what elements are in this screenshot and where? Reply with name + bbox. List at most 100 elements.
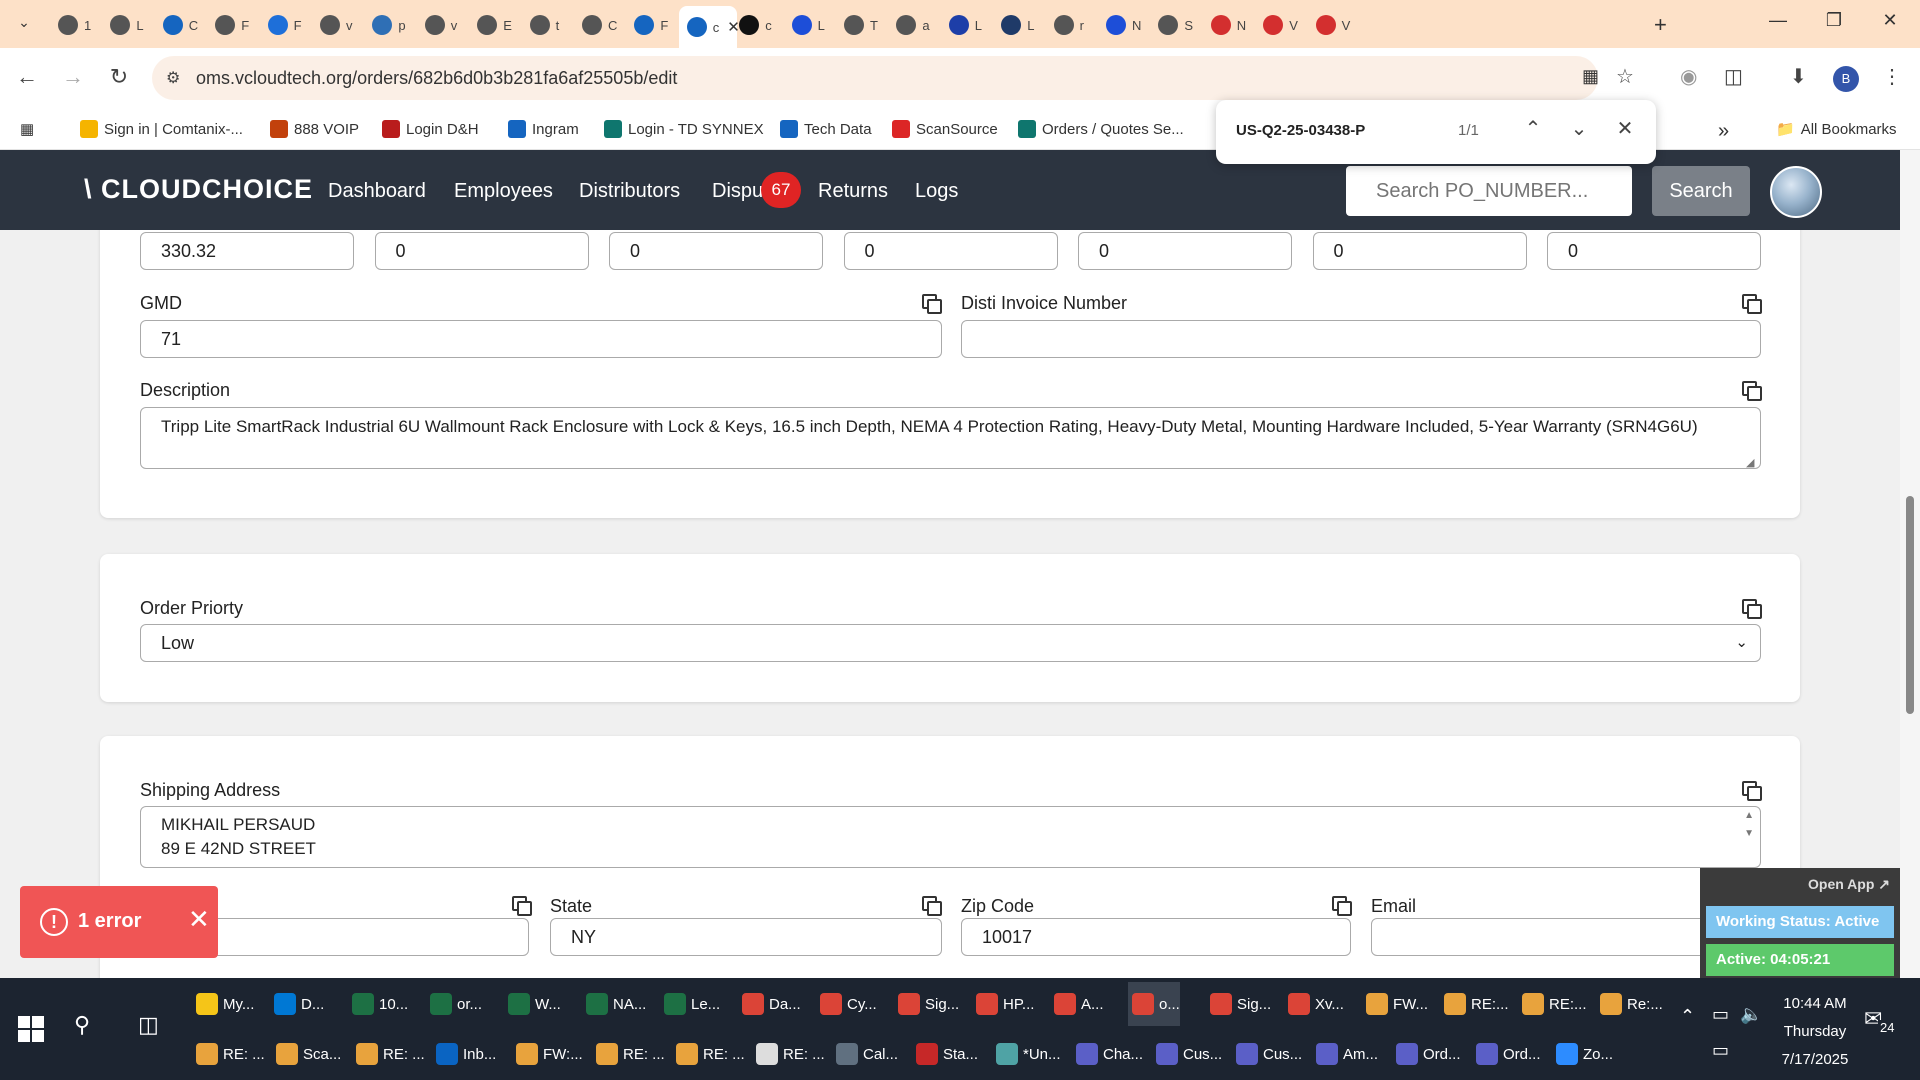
battery-icon[interactable]: ▭ — [1712, 1004, 1729, 1025]
textarea-scroll-up-icon[interactable]: ▲ — [1744, 809, 1754, 823]
find-next-icon[interactable]: ⌄ — [1564, 116, 1594, 141]
copy-gmd-icon[interactable] — [922, 294, 942, 314]
taskbar-app[interactable]: Xv... — [1284, 982, 1344, 1026]
taskbar-clock[interactable]: 10:44 AM Thursday 7/17/2025 — [1770, 990, 1860, 1074]
new-tab-icon[interactable]: + — [1654, 12, 1667, 38]
all-bookmarks[interactable]: 📁 All Bookmarks — [1776, 120, 1897, 139]
taskbar-app[interactable]: Le... — [660, 982, 720, 1026]
taskbar-app[interactable]: Cha... — [1072, 1032, 1143, 1076]
site-info-icon[interactable]: ⚙ — [166, 68, 180, 88]
taskbar-app[interactable]: RE: ... — [672, 1032, 745, 1076]
zip-code-input[interactable]: 10017 — [961, 918, 1351, 956]
bookmarks-overflow-icon[interactable]: » — [1718, 120, 1729, 143]
minimize-icon[interactable]: — — [1758, 10, 1798, 31]
browser-tab[interactable]: F — [260, 10, 318, 40]
taskbar-app[interactable]: Inb... — [432, 1032, 496, 1076]
state-input[interactable]: NY — [550, 918, 942, 956]
taskbar-app[interactable]: RE: ... — [752, 1032, 825, 1076]
taskbar-app[interactable]: Ord... — [1392, 1032, 1461, 1076]
bookmark-item[interactable]: Orders / Quotes Se... — [1018, 120, 1184, 138]
cost-field-input[interactable]: 0 — [609, 232, 823, 270]
find-previous-icon[interactable]: ⌃ — [1518, 116, 1548, 141]
browser-tab[interactable]: a — [888, 10, 946, 40]
disti-invoice-input[interactable] — [961, 320, 1761, 358]
search-button[interactable]: Search — [1652, 166, 1750, 216]
notification-center-icon[interactable]: ✉ 24 — [1864, 1006, 1897, 1035]
taskbar-app[interactable]: HP... — [972, 982, 1034, 1026]
bookmark-item[interactable]: 888 VOIP — [270, 120, 359, 138]
browser-tab[interactable]: F — [626, 10, 684, 40]
nav-employees[interactable]: Employees — [454, 180, 553, 203]
find-input[interactable]: US-Q2-25-03438-P — [1236, 122, 1365, 139]
bookmark-item[interactable]: Login - TD SYNNEX — [604, 120, 764, 138]
browser-tab[interactable]: N — [1098, 10, 1156, 40]
taskbar-app[interactable]: Sta... — [912, 1032, 978, 1076]
copy-zip-icon[interactable] — [1332, 896, 1352, 916]
profile-avatar[interactable]: B — [1833, 66, 1859, 92]
order-priority-select[interactable]: Low ⌄ — [140, 624, 1761, 662]
taskbar-app[interactable]: Cal... — [832, 1032, 898, 1076]
taskbar-app[interactable]: Sig... — [894, 982, 959, 1026]
taskbar-app[interactable]: RE:... — [1440, 982, 1509, 1026]
browser-tab[interactable]: T — [836, 10, 894, 40]
window-close-icon[interactable]: ✕ — [1870, 10, 1910, 31]
volume-icon[interactable]: 🔈 — [1740, 1004, 1762, 1025]
copy-state-icon[interactable] — [922, 896, 942, 916]
copy-disti-invoice-icon[interactable] — [1742, 294, 1762, 314]
taskbar-app[interactable]: Sca... — [272, 1032, 341, 1076]
browser-tab[interactable]: C — [574, 10, 632, 40]
browser-tab[interactable]: 1 — [50, 10, 108, 40]
cloudchoice-logo[interactable]: \ CLOUDCHOICE — [84, 174, 313, 205]
copy-city-icon[interactable] — [512, 896, 532, 916]
bookmark-item[interactable]: Tech Data — [780, 120, 872, 138]
cost-field-input[interactable]: 0 — [1312, 232, 1527, 270]
reload-icon[interactable]: ↻ — [104, 64, 134, 90]
toast-close-icon[interactable]: ✕ — [188, 904, 210, 935]
cost-field-input[interactable]: 330.32 — [140, 232, 354, 270]
download-icon[interactable]: ⬇ — [1790, 64, 1807, 89]
url-text[interactable]: oms.vcloudtech.org/orders/682b6d0b3b281f… — [196, 68, 677, 89]
browser-tab[interactable]: p — [364, 10, 422, 40]
taskbar-app[interactable]: o... — [1128, 982, 1180, 1026]
windows-start-icon[interactable] — [18, 1016, 44, 1042]
tab-search-icon[interactable]: ⌄ — [12, 14, 36, 36]
browser-tab[interactable]: L — [784, 10, 842, 40]
shipping-address-textarea[interactable]: MIKHAIL PERSAUD 89 E 42ND STREET ▲ ▼ — [140, 806, 1761, 868]
taskbar-app[interactable]: D... — [270, 982, 324, 1026]
copy-description-icon[interactable] — [1742, 381, 1762, 401]
taskbar-app[interactable]: Re:... — [1596, 982, 1663, 1026]
find-close-icon[interactable]: ✕ — [1610, 116, 1640, 141]
browser-tab[interactable]: C — [155, 10, 213, 40]
taskbar-app[interactable]: Zo... — [1552, 1032, 1613, 1076]
taskbar-app[interactable]: Ord... — [1472, 1032, 1541, 1076]
taskbar-app[interactable]: Cy... — [816, 982, 877, 1026]
browser-tab[interactable]: F — [207, 10, 265, 40]
omnibox[interactable]: ⚙ oms.vcloudtech.org/orders/682b6d0b3b28… — [152, 56, 1599, 100]
browser-tab[interactable]: L — [102, 10, 160, 40]
page-scrollbar-thumb[interactable] — [1906, 496, 1914, 714]
browser-tab[interactable]: L — [941, 10, 999, 40]
taskbar-app[interactable]: RE: ... — [592, 1032, 665, 1076]
cost-field-input[interactable]: 0 — [843, 232, 1058, 270]
nav-disputes[interactable]: Dispu — [712, 180, 763, 203]
apps-grid-icon[interactable]: ▦ — [20, 120, 34, 138]
taskbar-app[interactable]: Cus... — [1152, 1032, 1222, 1076]
restore-icon[interactable]: ❐ — [1814, 10, 1854, 31]
user-avatar[interactable] — [1770, 166, 1822, 218]
browser-tab[interactable]: t — [522, 10, 580, 40]
browser-menu-icon[interactable]: ⋮ — [1882, 64, 1902, 89]
taskbar-app[interactable]: *Un... — [992, 1032, 1061, 1076]
taskbar-app[interactable]: Da... — [738, 982, 801, 1026]
browser-tab[interactable]: L — [993, 10, 1051, 40]
cost-field-input[interactable]: 0 — [374, 232, 589, 270]
extensions-icon[interactable]: ◫ — [1724, 64, 1743, 89]
browser-tab[interactable]: r — [1046, 10, 1104, 40]
nav-distributors[interactable]: Distributors — [579, 180, 680, 203]
open-app-link[interactable]: Open App ↗ — [1808, 876, 1890, 893]
po-search-input[interactable] — [1346, 166, 1632, 216]
back-icon[interactable]: ← — [12, 64, 42, 90]
description-textarea[interactable]: Tripp Lite SmartRack Industrial 6U Wallm… — [140, 407, 1761, 469]
nav-dashboard[interactable]: Dashboard — [328, 180, 426, 203]
browser-tab[interactable]: S — [1150, 10, 1208, 40]
browser-tab[interactable]: E — [469, 10, 527, 40]
